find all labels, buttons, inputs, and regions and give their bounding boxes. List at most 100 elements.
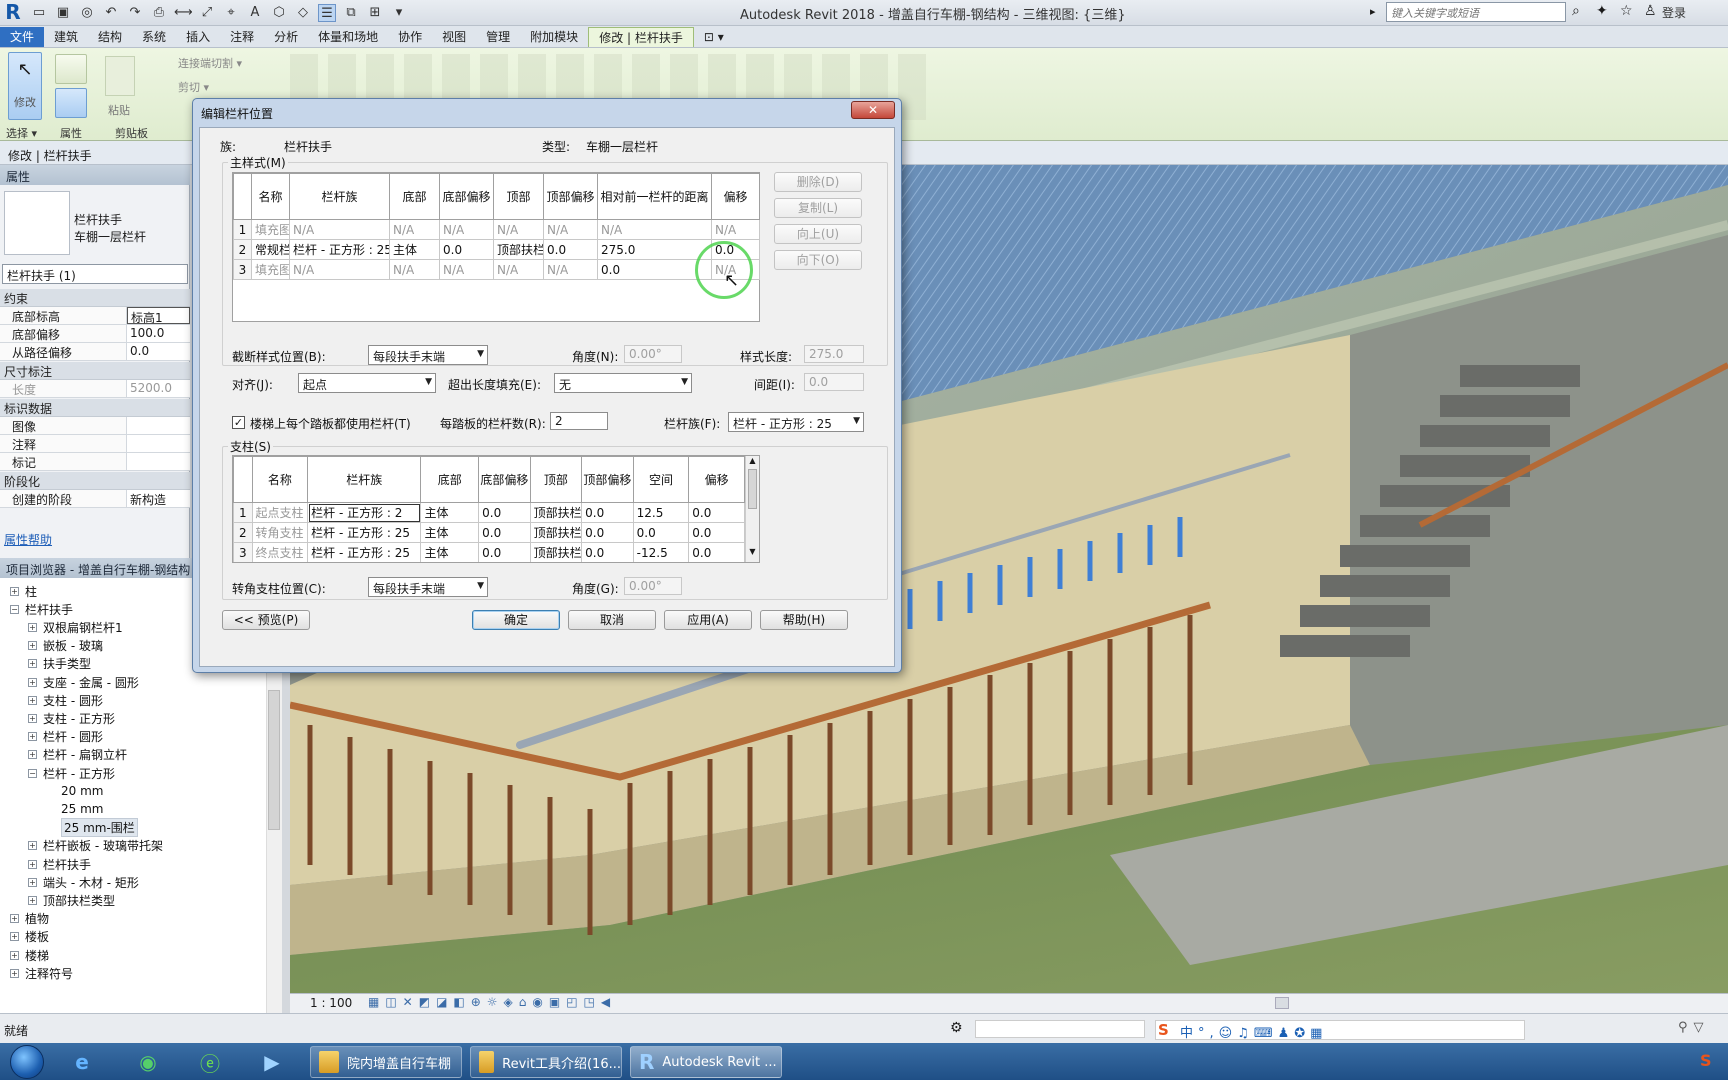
undo-icon[interactable]: ↶ — [102, 4, 120, 22]
posts-row[interactable]: 3 终点支柱 栏杆 - 正方形 : 25 主体 0.0 顶部扶栏 0.0 -12.5 0.0 — [233, 542, 745, 562]
posts-cell[interactable]: 0.0 — [688, 542, 745, 562]
worksets-icon[interactable]: ⚙ — [950, 1020, 963, 1036]
posts-cell[interactable]: 栏杆 - 正方形 : 25 — [307, 522, 422, 543]
expand-icon[interactable]: + — [10, 968, 19, 978]
main-pattern-cell[interactable]: 主体 — [389, 239, 440, 260]
browser-tree-item[interactable]: + 嵌板 - 玻璃 — [28, 637, 103, 655]
posts-cell[interactable]: 主体 — [420, 522, 480, 543]
prop-value[interactable]: 100.0 — [127, 325, 190, 342]
browser-tree-item[interactable]: − 栏杆扶手 — [10, 600, 73, 618]
view-control-icons[interactable]: ▦◫✕◩◪◧⊕☼◈⌂◉▣◰◳◀ — [368, 995, 616, 1009]
posts-row[interactable]: 2 转角支柱 栏杆 - 正方形 : 25 主体 0.0 顶部扶栏 0.0 0.0 0.0 — [233, 522, 745, 543]
browser-tree-item[interactable]: + 顶部扶栏类型 — [28, 891, 115, 909]
instance-filter-select[interactable]: 栏杆扶手 (1) — [2, 264, 188, 284]
main-pattern-cell[interactable]: N/A — [289, 259, 390, 280]
main-pattern-cell[interactable]: N/A — [389, 259, 440, 280]
select-panel-label[interactable]: 选择 ▾ — [6, 125, 37, 141]
posts-cell[interactable]: 顶部扶栏 — [529, 542, 583, 562]
thin-lines-icon[interactable]: ☰ — [318, 4, 336, 22]
user-icon[interactable]: ♙ — [1644, 3, 1657, 19]
view-scale[interactable]: 1 : 100 — [310, 996, 352, 1010]
360-browser-icon[interactable]: ⓔ — [190, 1046, 230, 1078]
browser-tree-item[interactable]: + 支座 - 金属 - 圆形 — [28, 673, 139, 691]
tray-sogou-icon[interactable]: S — [1700, 1051, 1712, 1070]
save-icon[interactable]: ▣ — [54, 4, 72, 22]
pattern-length-input[interactable]: 275.0 — [804, 345, 864, 363]
print-icon[interactable]: ⎙ — [150, 4, 168, 22]
view-scroll-thumb[interactable] — [1275, 997, 1289, 1009]
cancel-button[interactable]: 取消 — [568, 610, 656, 630]
prop-path-offset[interactable]: 从路径偏移 0.0 — [0, 343, 190, 361]
tag-icon[interactable]: ⌖ — [222, 4, 240, 22]
expand-icon[interactable]: + — [10, 932, 19, 942]
browser-tree-item[interactable]: + 栏杆 - 扁钢立杆 — [28, 746, 127, 764]
browser-tree-item[interactable]: 25 mm — [46, 800, 103, 818]
tab-structure[interactable]: 结构 — [88, 27, 132, 47]
main-pattern-row[interactable]: 2 常规栏 栏杆 - 正方形 : 25 主体 0.0 顶部扶栏 0.0 275.0 0.0 — [233, 239, 760, 260]
main-pattern-cell[interactable]: 0.0 — [439, 239, 494, 260]
3d-view-icon[interactable]: ⬡ — [270, 4, 288, 22]
main-pattern-cell[interactable]: N/A — [543, 219, 598, 240]
posts-cell[interactable]: 0.0 — [478, 522, 531, 543]
move-up-button[interactable]: 向上(U) — [774, 224, 862, 244]
browser-tree-item[interactable]: + 楼梯 — [10, 946, 49, 964]
main-pattern-cell[interactable]: 275.0 — [597, 239, 712, 260]
posts-cell[interactable]: 0.0 — [581, 502, 634, 523]
posts-scrollbar[interactable]: ▲ ▼ — [745, 456, 759, 562]
posts-cell[interactable]: 起点支柱 — [251, 502, 309, 523]
expand-icon[interactable]: + — [28, 877, 37, 887]
spacing-input[interactable]: 0.0 — [804, 373, 864, 391]
main-pattern-cell[interactable]: 0.0 — [543, 239, 598, 260]
browser-tree-item[interactable]: − 栏杆 - 正方形 — [28, 764, 115, 782]
task-autodesk-revit[interactable]: R Autodesk Revit ... — [630, 1046, 782, 1078]
ime-toolbar[interactable]: S 中°,☺♫⌨♟✪▦ — [1155, 1020, 1525, 1041]
browser-tree-item[interactable]: + 扶手类型 — [28, 655, 91, 673]
excess-length-fill-select[interactable]: 无 ▼ — [554, 373, 692, 393]
paste-icon[interactable] — [105, 56, 135, 96]
ie-browser-icon[interactable]: e — [62, 1046, 102, 1078]
tab-manage[interactable]: 管理 — [476, 27, 520, 47]
browser-tree-item[interactable]: + 双根扁钢栏杆1 — [28, 618, 123, 636]
posts-cell[interactable]: 顶部扶栏 — [529, 522, 583, 543]
prop-comments[interactable]: 注释 — [0, 435, 190, 453]
prop-phase-created[interactable]: 创建的阶段 新构造 — [0, 490, 190, 508]
corner-angle-input[interactable]: 0.00° — [624, 577, 682, 595]
tab-architecture[interactable]: 建筑 — [44, 27, 88, 47]
prop-value[interactable] — [127, 435, 190, 452]
ime-tools-icons[interactable]: 中°,☺♫⌨♟✪▦ — [1180, 1022, 1327, 1041]
posts-cell[interactable]: 0.0 — [581, 522, 634, 543]
posts-cell[interactable]: 0.0 — [688, 522, 745, 543]
video-recorder-icon[interactable]: ▶ — [252, 1046, 292, 1078]
type-properties-button[interactable] — [55, 54, 87, 84]
tab-view[interactable]: 视图 — [432, 27, 476, 47]
redo-icon[interactable]: ↷ — [126, 4, 144, 22]
tab-collaborate[interactable]: 协作 — [388, 27, 432, 47]
main-pattern-cell[interactable]: N/A — [439, 259, 494, 280]
text-icon[interactable]: A — [246, 4, 264, 22]
tab-massing-site[interactable]: 体量和场地 — [308, 27, 388, 47]
main-pattern-cell[interactable]: N/A — [493, 219, 544, 240]
main-pattern-cell[interactable]: N/A — [543, 259, 598, 280]
main-pattern-cell[interactable]: N/A — [711, 219, 760, 240]
main-pattern-cell[interactable]: 栏杆 - 正方形 : 25 — [289, 239, 390, 260]
browser-tree-item[interactable]: + 支柱 - 圆形 — [28, 691, 103, 709]
properties-button[interactable] — [55, 88, 87, 118]
expand-icon[interactable]: + — [28, 659, 37, 669]
browser-tree-item[interactable]: + 植物 — [10, 910, 49, 928]
expand-icon[interactable]: + — [28, 677, 37, 687]
expand-icon[interactable]: + — [28, 622, 37, 632]
posts-row[interactable]: 1 起点支柱 栏杆 - 正方形 : 2 主体 0.0 顶部扶栏 0.0 12.5 0.0 — [233, 502, 745, 523]
customize-qat-icon[interactable]: ▾ — [390, 4, 408, 22]
expand-icon[interactable]: + — [28, 713, 37, 723]
move-down-button[interactable]: 向下(O) — [774, 250, 862, 270]
posts-cell[interactable]: 主体 — [420, 542, 480, 562]
duplicate-button[interactable]: 复制(L) — [774, 198, 862, 218]
browser-tree-item[interactable]: + 栏杆 - 圆形 — [28, 728, 103, 746]
switch-windows-icon[interactable]: ⊞ — [366, 4, 384, 22]
prop-value[interactable]: 标高1 — [127, 307, 190, 325]
browser-scroll-thumb[interactable] — [268, 690, 280, 830]
preview-button[interactable]: << 预览(P) — [222, 610, 310, 630]
properties-help-link[interactable]: 属性帮助 — [4, 531, 52, 548]
favorites-star-icon[interactable]: ☆ — [1620, 3, 1633, 19]
subscription-icon[interactable]: ✦ — [1596, 3, 1608, 19]
